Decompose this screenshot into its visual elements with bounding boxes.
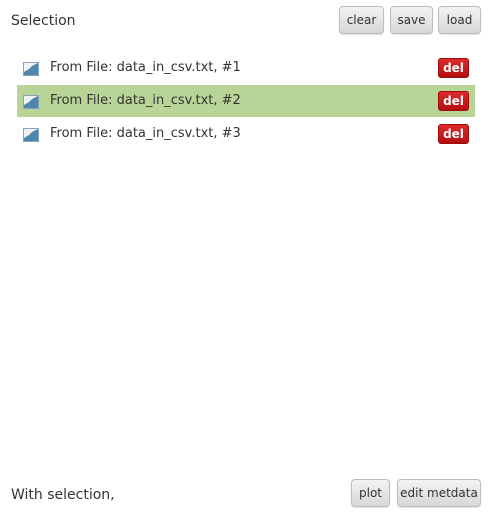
selection-list: From File: data_in_csv.txt, #1 del From … <box>17 52 475 151</box>
with-selection-label: With selection, <box>11 487 115 503</box>
plot-button[interactable]: plot <box>351 479 390 507</box>
delete-button[interactable]: del <box>438 91 469 111</box>
save-button[interactable]: save <box>390 6 433 34</box>
edit-metadata-button[interactable]: edit metdata <box>397 479 481 507</box>
area-chart-icon <box>23 94 39 109</box>
selection-actions-footer: With selection, plot edit metdata <box>0 478 496 518</box>
selection-item-2[interactable]: From File: data_in_csv.txt, #2 del <box>17 85 475 117</box>
selection-title: Selection <box>11 13 76 29</box>
delete-button[interactable]: del <box>438 124 469 144</box>
selection-item-label: From File: data_in_csv.txt, #2 <box>50 93 241 108</box>
selection-item-label: From File: data_in_csv.txt, #3 <box>50 126 241 141</box>
selection-item-label: From File: data_in_csv.txt, #1 <box>50 60 241 75</box>
delete-button[interactable]: del <box>438 58 469 78</box>
selection-item-1[interactable]: From File: data_in_csv.txt, #1 del <box>17 52 475 84</box>
selection-item-3[interactable]: From File: data_in_csv.txt, #3 del <box>17 118 475 150</box>
selection-header: Selection clear save load <box>0 0 496 42</box>
area-chart-icon <box>23 61 39 76</box>
clear-button[interactable]: clear <box>339 6 384 34</box>
area-chart-icon <box>23 127 39 142</box>
load-button[interactable]: load <box>438 6 481 34</box>
